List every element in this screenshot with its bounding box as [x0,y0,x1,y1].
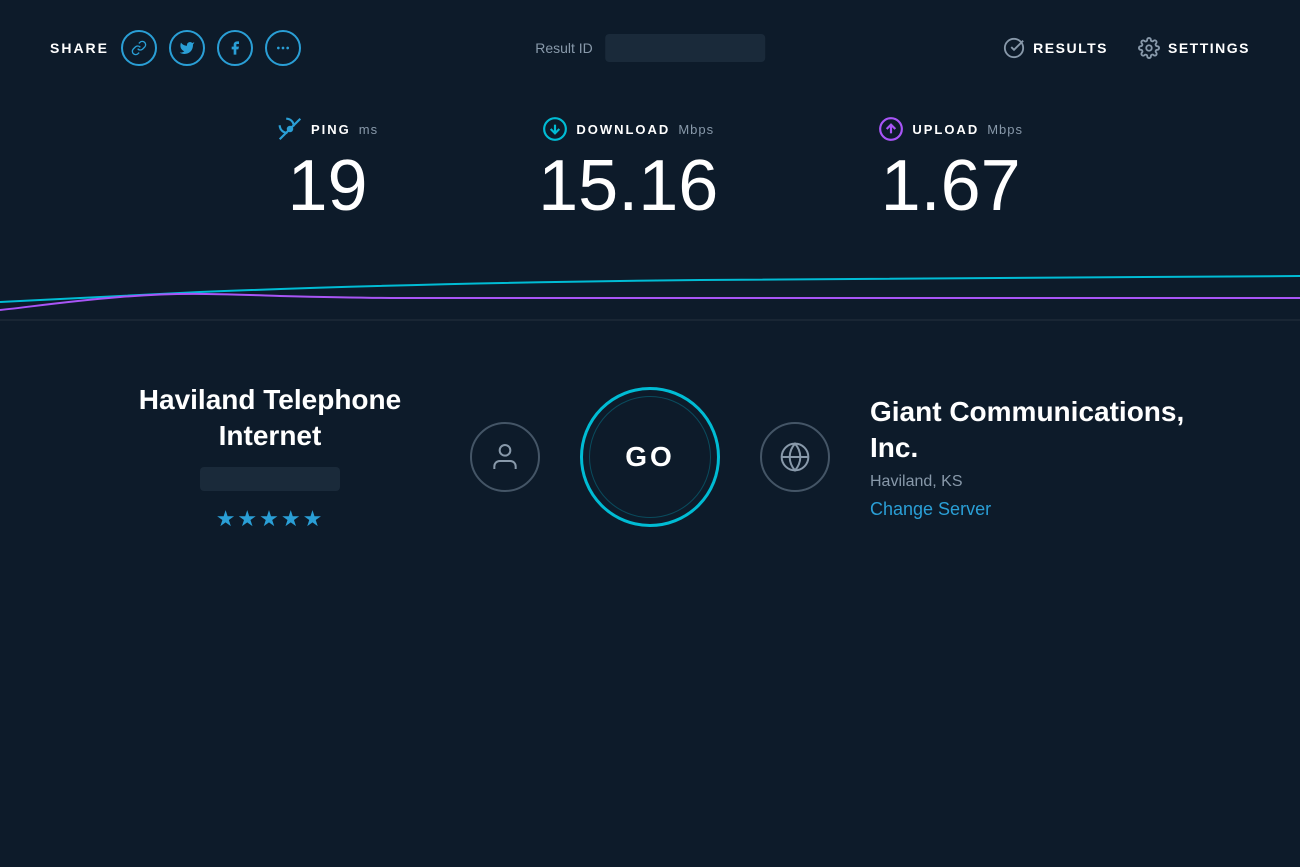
ping-label: PING [311,122,351,137]
isp-section: Haviland Telephone Internet ★★★★★ [110,382,430,532]
settings-label: SETTINGS [1168,40,1250,56]
user-icon [489,441,521,473]
change-server-button[interactable]: Change Server [870,499,1190,520]
result-id-value [605,34,765,62]
twitter-icon[interactable] [169,30,205,66]
server-name: Giant Communications, Inc. [870,394,1190,467]
header: SHARE Result ID [0,0,1300,96]
go-button[interactable]: GO [580,387,720,527]
facebook-icon[interactable] [217,30,253,66]
download-label: DOWNLOAD [576,122,670,137]
stats-section: PING ms 19 DOWNLOAD Mbps 15.16 UPLOAD Mb… [0,96,1300,232]
globe-icon-button[interactable] [760,422,830,492]
upload-unit: Mbps [987,122,1023,137]
ping-icon [277,116,303,142]
ping-unit: ms [359,122,378,137]
isp-redacted-value [200,467,340,491]
download-unit: Mbps [678,122,714,137]
more-icon[interactable] [265,30,301,66]
go-label: GO [625,441,675,473]
server-section: Giant Communications, Inc. Haviland, KS … [870,394,1190,520]
results-label: RESULTS [1033,40,1108,56]
download-icon [542,116,568,142]
upload-value: 1.67 [878,150,1023,222]
server-location: Haviland, KS [870,473,1190,491]
settings-button[interactable]: SETTINGS [1138,37,1250,59]
upload-icon [878,116,904,142]
go-button-wrapper: GO [580,387,720,527]
download-value: 15.16 [538,150,718,222]
user-icon-button[interactable] [470,422,540,492]
ping-stat: PING ms 19 [197,116,458,222]
globe-icon [779,441,811,473]
bottom-section: Haviland Telephone Internet ★★★★★ GO Gia… [0,322,1300,572]
isp-stars: ★★★★★ [110,506,430,532]
speed-graph [0,242,1300,322]
result-id-section: Result ID [535,34,765,62]
share-label: SHARE [50,40,109,56]
link-icon[interactable] [121,30,157,66]
download-stat: DOWNLOAD Mbps 15.16 [458,116,798,222]
result-id-label: Result ID [535,40,593,56]
ping-value: 19 [277,150,378,222]
isp-name: Haviland Telephone Internet [110,382,430,455]
upload-label: UPLOAD [912,122,979,137]
upload-stat: UPLOAD Mbps 1.67 [798,116,1103,222]
results-button[interactable]: RESULTS [1003,37,1108,59]
share-section: SHARE [50,30,301,66]
graph-svg [0,242,1300,322]
header-right: RESULTS SETTINGS [1003,37,1250,59]
